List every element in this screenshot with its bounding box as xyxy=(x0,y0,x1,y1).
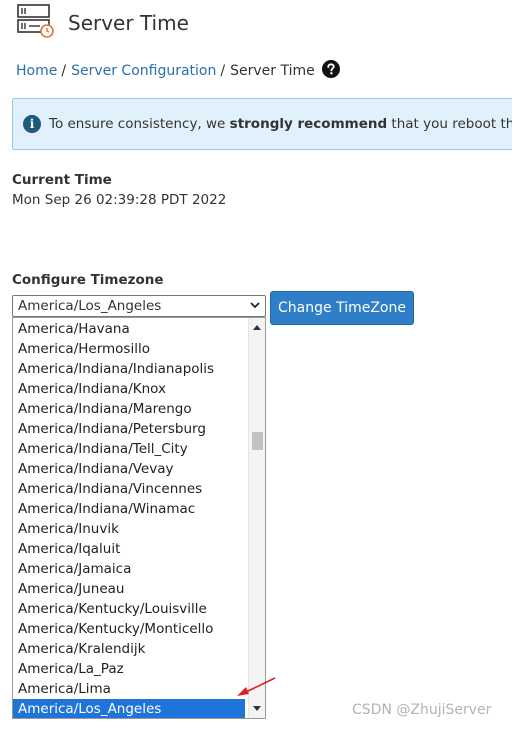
timezone-option[interactable]: America/Kentucky/Monticello xyxy=(13,619,245,639)
current-time-label: Current Time xyxy=(12,172,112,188)
chevron-down-icon xyxy=(249,299,261,315)
timezone-option[interactable]: America/Kralendijk xyxy=(13,639,245,659)
breadcrumb-current: Server Time xyxy=(230,63,315,79)
page-header: Server Time xyxy=(16,4,189,42)
timezone-option[interactable]: America/Indiana/Knox xyxy=(13,379,245,399)
breadcrumb-separator: / xyxy=(220,63,226,79)
breadcrumb-separator: / xyxy=(61,63,67,79)
breadcrumb: Home / Server Configuration / Server Tim… xyxy=(16,60,340,82)
current-time-value: Mon Sep 26 02:39:28 PDT 2022 xyxy=(12,192,227,208)
configure-timezone-label: Configure Timezone xyxy=(12,272,164,288)
timezone-option[interactable]: America/Indiana/Vevay xyxy=(13,459,245,479)
timezone-option[interactable]: America/Inuvik xyxy=(13,519,245,539)
scroll-down-arrow-icon[interactable] xyxy=(249,702,265,716)
page-title: Server Time xyxy=(68,11,189,35)
timezone-select-value: America/Los_Angeles xyxy=(18,298,162,314)
timezone-option[interactable]: America/Indiana/Winamac xyxy=(13,499,245,519)
breadcrumb-home-link[interactable]: Home xyxy=(16,63,57,79)
timezone-option[interactable]: America/Indiana/Indianapolis xyxy=(13,359,245,379)
timezone-select[interactable]: America/Los_Angeles xyxy=(12,295,266,317)
server-clock-icon xyxy=(16,4,54,42)
timezone-option[interactable]: America/Havana xyxy=(13,319,245,339)
timezone-option[interactable]: America/Lima xyxy=(13,679,245,699)
alert-text-bold: strongly recommend xyxy=(229,116,388,132)
timezone-option[interactable]: America/Indiana/Petersburg xyxy=(13,419,245,439)
watermark: CSDN @ZhujiServer xyxy=(352,702,492,718)
timezone-option[interactable]: America/La_Paz xyxy=(13,659,245,679)
timezone-option[interactable]: America/Iqaluit xyxy=(13,539,245,559)
info-icon: i xyxy=(23,115,41,133)
timezone-option[interactable]: America/Indiana/Tell_City xyxy=(13,439,245,459)
alert-text: To ensure consistency, we strongly recom… xyxy=(49,116,512,132)
timezone-option[interactable]: America/Hermosillo xyxy=(13,339,245,359)
timezone-option[interactable]: America/Jamaica xyxy=(13,559,245,579)
question-circle-icon[interactable] xyxy=(321,60,340,82)
reboot-recommendation-alert: i To ensure consistency, we strongly rec… xyxy=(12,98,512,150)
scroll-up-arrow-icon[interactable] xyxy=(249,320,265,334)
red-arrow-annotation-icon xyxy=(234,676,278,702)
timezone-option[interactable]: America/Kentucky/Louisville xyxy=(13,599,245,619)
change-timezone-button[interactable]: Change TimeZone xyxy=(270,291,414,325)
timezone-option[interactable]: America/Juneau xyxy=(13,579,245,599)
timezone-dropdown-list[interactable]: America/Havana America/Hermosillo America/… xyxy=(12,317,266,719)
timezone-option-selected[interactable]: America/Los_Angeles xyxy=(13,699,245,718)
timezone-option[interactable]: America/Indiana/Marengo xyxy=(13,399,245,419)
breadcrumb-server-configuration-link[interactable]: Server Configuration xyxy=(71,63,216,79)
timezone-option[interactable]: America/Indiana/Vincennes xyxy=(13,479,245,499)
scrollbar[interactable] xyxy=(248,318,265,718)
scrollbar-thumb[interactable] xyxy=(252,432,263,450)
